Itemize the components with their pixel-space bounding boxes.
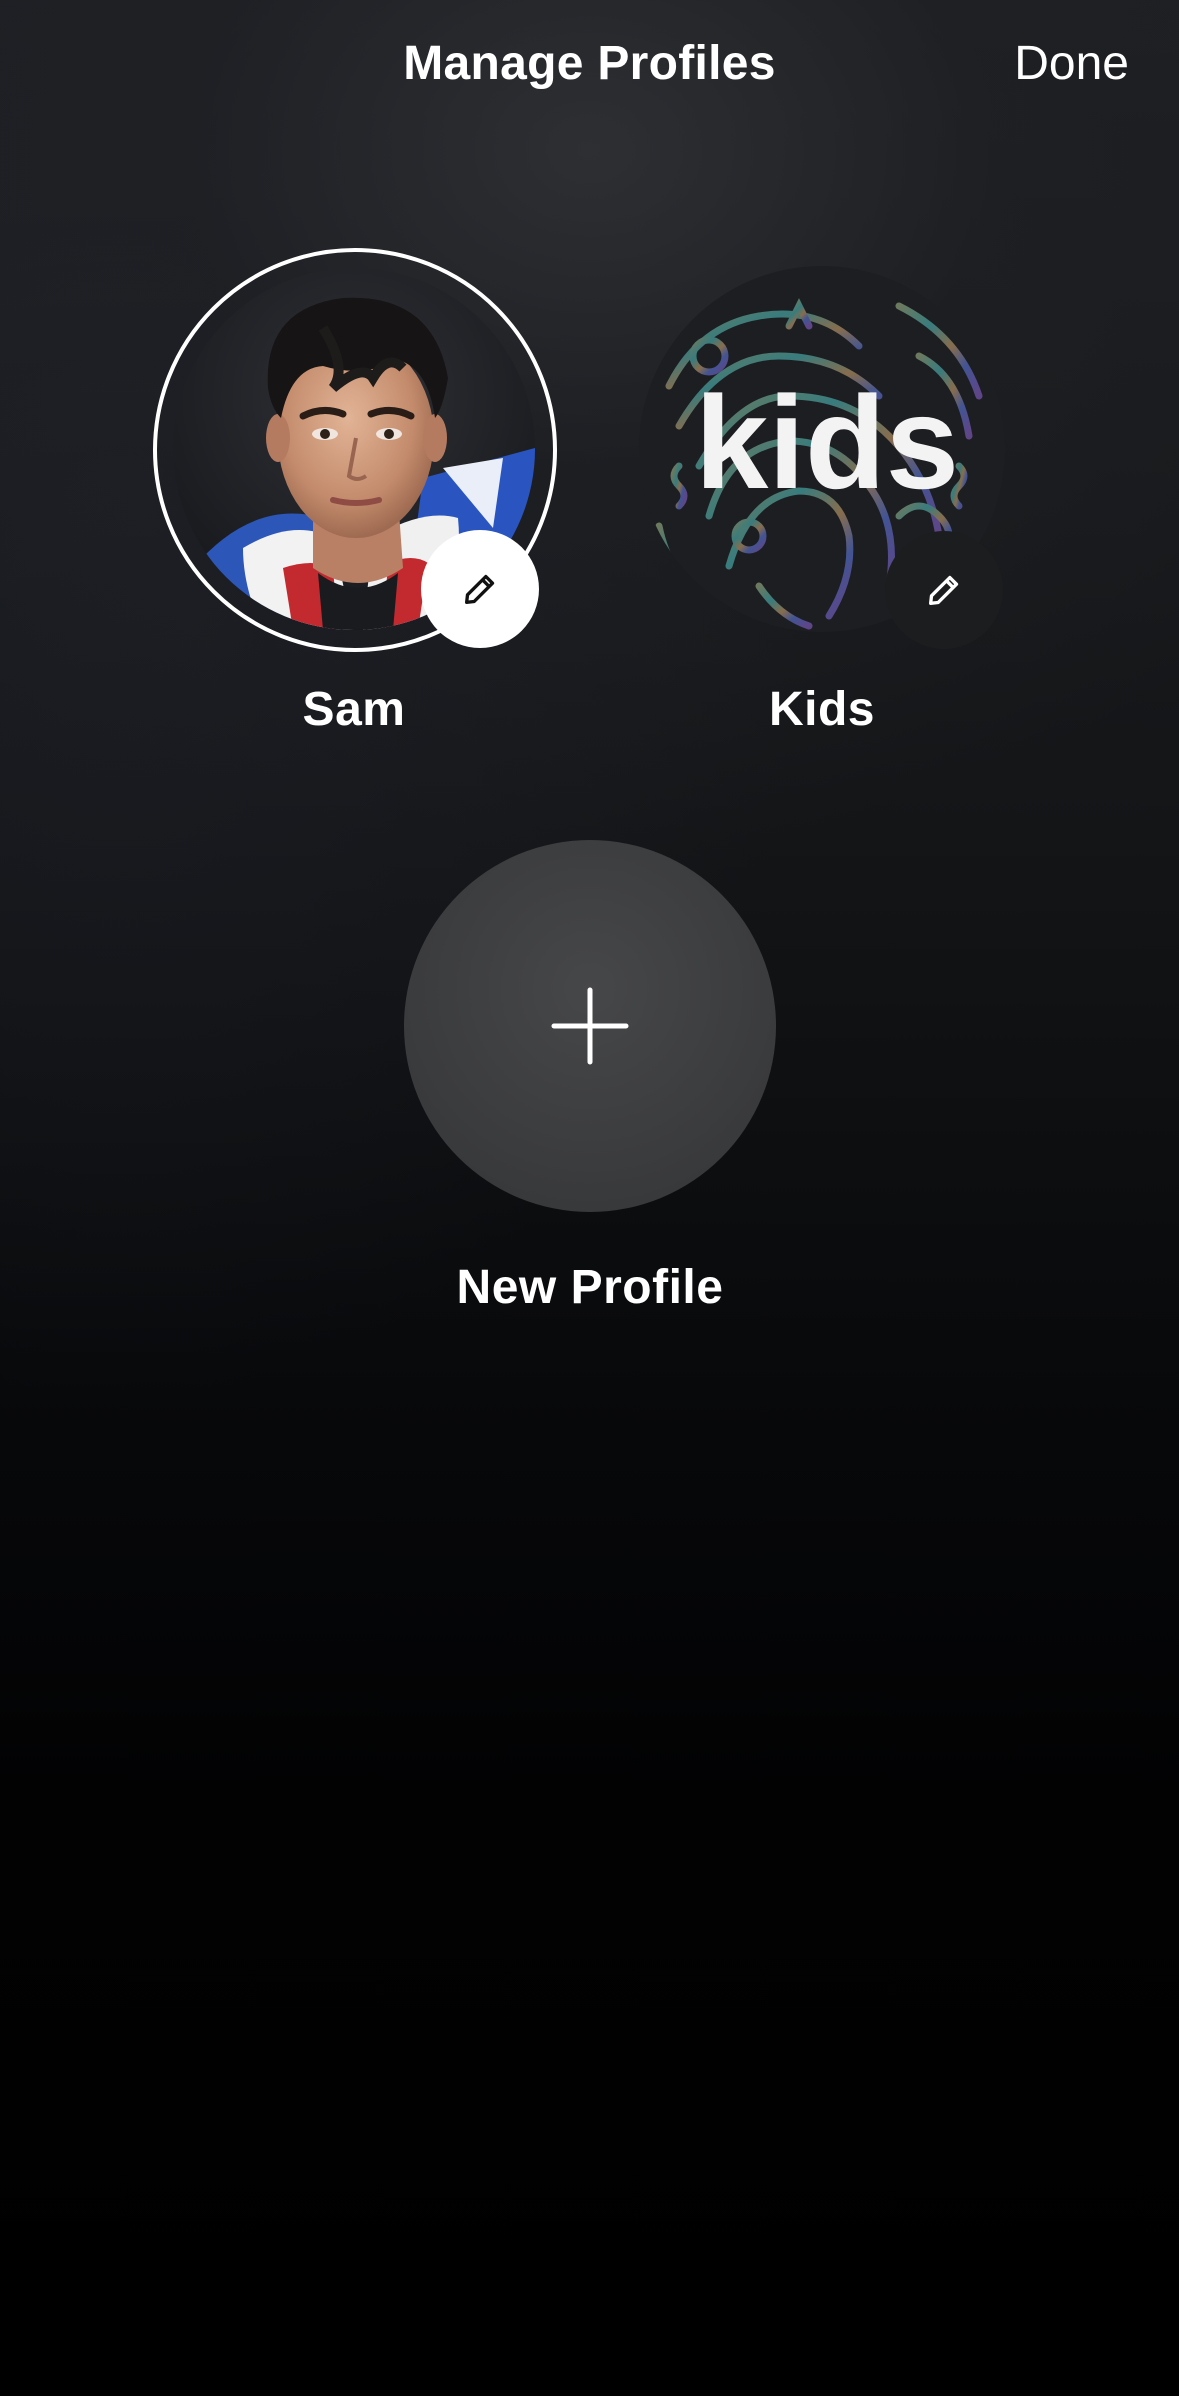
add-profile-button[interactable] [404,840,776,1212]
avatar-container[interactable]: kids [617,244,1027,654]
new-profile[interactable]: New Profile [390,840,790,1315]
profile-name: Sam [302,683,406,736]
pencil-icon [465,574,495,604]
kids-logo-text: kids [695,369,959,516]
avatar-container[interactable] [149,244,559,654]
header: Manage Profiles Done [0,0,1179,140]
new-profile-label: New Profile [456,1261,724,1314]
profile-kids[interactable]: kids Kids [612,244,1032,737]
edit-profile-button[interactable] [421,530,539,648]
profile-name: Kids [768,683,875,736]
done-button[interactable]: Done [1014,36,1129,91]
profile-sam[interactable]: Sam [144,244,564,737]
page-title: Manage Profiles [403,37,776,90]
pencil-icon [929,575,959,605]
plus-icon [551,987,629,1065]
edit-profile-button[interactable] [885,531,1003,649]
